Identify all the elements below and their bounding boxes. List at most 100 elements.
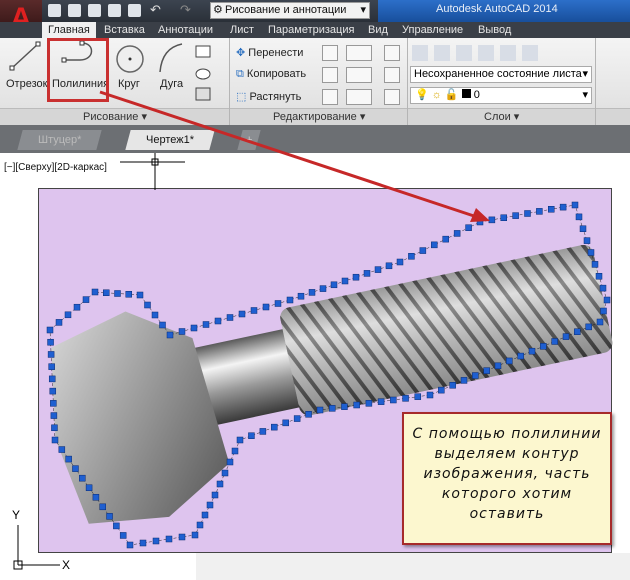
- grip-handle[interactable]: [178, 533, 186, 541]
- grip-handle[interactable]: [79, 474, 86, 482]
- grip-handle[interactable]: [236, 436, 244, 444]
- grip-handle[interactable]: [226, 314, 234, 321]
- grip-handle[interactable]: [248, 432, 255, 439]
- grip-handle[interactable]: [221, 469, 229, 477]
- grip-handle[interactable]: [500, 214, 507, 221]
- grip-handle[interactable]: [250, 307, 258, 314]
- grip-handle[interactable]: [136, 291, 144, 299]
- grip-handle[interactable]: [51, 424, 58, 432]
- grip-handle[interactable]: [50, 412, 58, 419]
- grip-handle[interactable]: [85, 484, 93, 491]
- grip-handle[interactable]: [126, 541, 134, 549]
- grip-handle[interactable]: [559, 203, 567, 211]
- grip-handle[interactable]: [113, 522, 120, 530]
- grip-handle[interactable]: [238, 310, 246, 318]
- grip-handle[interactable]: [46, 326, 54, 334]
- grip-handle[interactable]: [583, 237, 591, 244]
- grip-handle[interactable]: [178, 328, 186, 335]
- grip-handle[interactable]: [282, 419, 289, 427]
- grip-handle[interactable]: [144, 301, 151, 309]
- grip-handle[interactable]: [92, 494, 100, 501]
- grip-handle[interactable]: [202, 321, 210, 328]
- grip-handle[interactable]: [286, 296, 294, 304]
- grip-handle[interactable]: [483, 367, 490, 374]
- grip-handle[interactable]: [64, 311, 72, 319]
- grip-handle[interactable]: [190, 324, 198, 332]
- grip-handle[interactable]: [341, 277, 349, 285]
- grip-handle[interactable]: [159, 321, 166, 329]
- grip-handle[interactable]: [595, 273, 603, 280]
- grip-handle[interactable]: [55, 319, 63, 326]
- grip-handle[interactable]: [308, 289, 316, 296]
- grip-handle[interactable]: [494, 362, 502, 370]
- grip-handle[interactable]: [591, 261, 599, 268]
- grip-handle[interactable]: [226, 458, 234, 466]
- grip-handle[interactable]: [374, 266, 382, 273]
- grip-handle[interactable]: [211, 491, 219, 499]
- grip-handle[interactable]: [353, 401, 360, 409]
- grip-handle[interactable]: [297, 292, 305, 300]
- grip-handle[interactable]: [48, 363, 55, 370]
- grip-handle[interactable]: [214, 317, 222, 325]
- grip-handle[interactable]: [49, 387, 57, 395]
- grip-handle[interactable]: [385, 262, 393, 270]
- grip-handle[interactable]: [48, 375, 56, 383]
- grip-handle[interactable]: [73, 303, 81, 311]
- grip-handle[interactable]: [271, 423, 278, 431]
- grip-handle[interactable]: [390, 396, 397, 404]
- grip-handle[interactable]: [231, 447, 239, 455]
- grip-handle[interactable]: [536, 208, 543, 215]
- grip-handle[interactable]: [216, 480, 224, 488]
- grip-handle[interactable]: [540, 343, 547, 350]
- grip-handle[interactable]: [571, 201, 579, 209]
- grip-handle[interactable]: [442, 235, 449, 243]
- grip-handle[interactable]: [47, 351, 55, 358]
- grip-handle[interactable]: [125, 291, 132, 298]
- grip-handle[interactable]: [82, 296, 90, 303]
- grip-handle[interactable]: [449, 382, 456, 389]
- grip-handle[interactable]: [402, 395, 409, 402]
- grip-handle[interactable]: [438, 386, 445, 394]
- grip-handle[interactable]: [528, 347, 536, 355]
- grip-handle[interactable]: [365, 400, 373, 407]
- grip-handle[interactable]: [316, 406, 324, 414]
- grip-handle[interactable]: [377, 398, 385, 405]
- grip-handle[interactable]: [319, 285, 327, 292]
- grip-handle[interactable]: [524, 210, 531, 217]
- grip-handle[interactable]: [517, 352, 524, 360]
- grip-handle[interactable]: [72, 465, 79, 472]
- grip-handle[interactable]: [363, 270, 371, 277]
- grip-handle[interactable]: [91, 288, 99, 296]
- grip-handle[interactable]: [472, 372, 479, 379]
- grip-handle[interactable]: [114, 290, 121, 297]
- grip-handle[interactable]: [596, 318, 604, 326]
- grip-handle[interactable]: [551, 338, 558, 345]
- grip-handle[interactable]: [65, 455, 72, 463]
- grip-handle[interactable]: [191, 531, 199, 539]
- grip-handle[interactable]: [165, 535, 173, 543]
- grip-handle[interactable]: [47, 338, 54, 346]
- grip-handle[interactable]: [206, 501, 214, 509]
- grip-handle[interactable]: [119, 532, 127, 539]
- grip-handle[interactable]: [293, 415, 301, 422]
- grip-handle[interactable]: [50, 400, 57, 407]
- grip-handle[interactable]: [431, 241, 438, 249]
- grip-handle[interactable]: [488, 216, 496, 224]
- grip-handle[interactable]: [166, 331, 174, 339]
- grip-handle[interactable]: [262, 303, 270, 311]
- grip-handle[interactable]: [274, 300, 282, 307]
- grip-handle[interactable]: [562, 333, 570, 340]
- grip-handle[interactable]: [426, 391, 434, 399]
- grip-handle[interactable]: [465, 224, 472, 231]
- grip-handle[interactable]: [51, 436, 59, 444]
- grip-handle[interactable]: [419, 247, 427, 254]
- grip-handle[interactable]: [99, 503, 106, 511]
- grip-handle[interactable]: [548, 206, 555, 213]
- grip-handle[interactable]: [599, 284, 607, 292]
- grip-handle[interactable]: [201, 511, 209, 519]
- grip-handle[interactable]: [603, 296, 611, 304]
- grip-handle[interactable]: [460, 377, 468, 384]
- grip-handle[interactable]: [305, 411, 312, 418]
- grip-handle[interactable]: [103, 289, 110, 296]
- grip-handle[interactable]: [579, 225, 587, 232]
